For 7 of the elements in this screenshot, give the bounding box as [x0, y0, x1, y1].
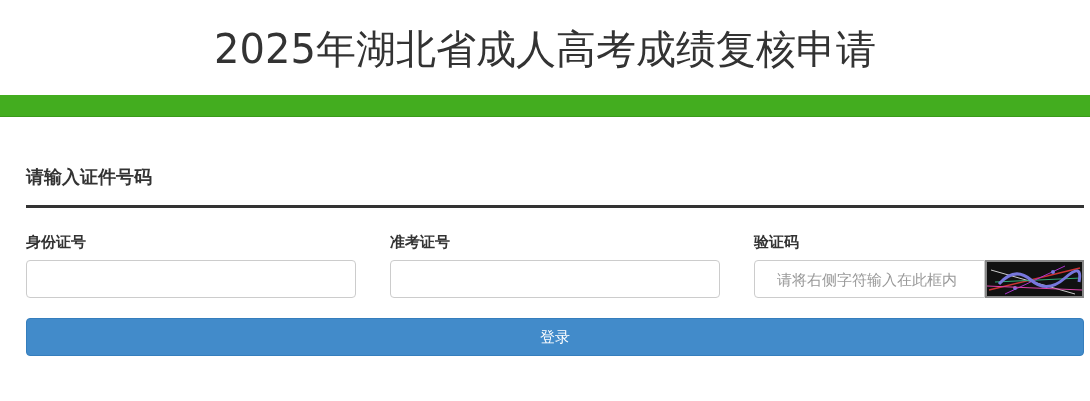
field-label: 身份证号 — [26, 232, 87, 252]
captcha-field[interactable]: 请将右侧字符输入在此框内 — [754, 260, 985, 298]
page-title: 2025年湖北省成人高考成绩复核申请 — [214, 26, 876, 69]
section-heading: 请输入证件号码 — [26, 166, 153, 189]
field-label: 准考证号 — [390, 232, 451, 252]
field-label: 验证码 — [754, 232, 800, 252]
login-button[interactable]: 登录 — [26, 318, 1084, 356]
